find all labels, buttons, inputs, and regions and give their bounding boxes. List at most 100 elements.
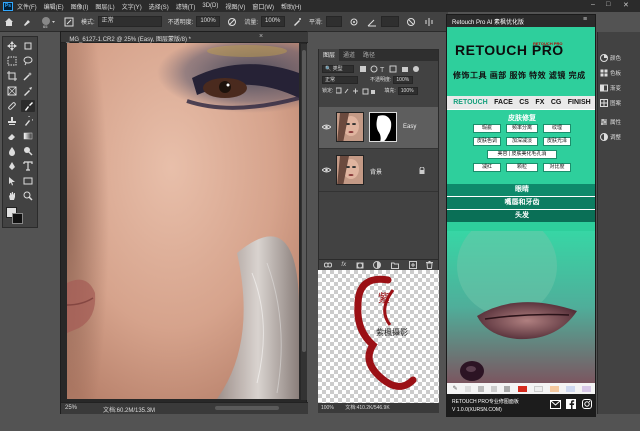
- email-icon[interactable]: [550, 400, 561, 409]
- menu-file[interactable]: 文件(F): [17, 2, 37, 11]
- crop-tool-icon[interactable]: [5, 70, 19, 82]
- path-selection-tool-icon[interactable]: [5, 175, 19, 187]
- swatch-7[interactable]: [566, 385, 576, 392]
- tab-channels[interactable]: 通道: [339, 49, 359, 61]
- layer-name[interactable]: 背景: [370, 167, 382, 176]
- skin-btn-skin-tone[interactable]: 皮肤色调: [473, 137, 501, 146]
- skin-btn-reduce-red[interactable]: 减红: [473, 163, 501, 172]
- dodge-tool-icon[interactable]: [21, 145, 35, 157]
- pressure-size-icon[interactable]: [405, 16, 417, 28]
- rectangle-tool-icon[interactable]: [21, 175, 35, 187]
- healing-brush-tool-icon[interactable]: [5, 100, 19, 112]
- dock-color[interactable]: 颜色: [600, 52, 640, 64]
- menu-3d[interactable]: 3D(D): [202, 3, 218, 9]
- skin-btn-grain[interactable]: 颗粒: [506, 163, 538, 172]
- angle-field[interactable]: [380, 16, 399, 27]
- vertical-scrollbar[interactable]: [301, 44, 307, 400]
- angle-icon[interactable]: [366, 16, 378, 28]
- eyedropper-tool-icon[interactable]: [21, 85, 35, 97]
- group-folder-icon[interactable]: [390, 262, 399, 269]
- pill-fx[interactable]: FX: [535, 99, 544, 106]
- eraser-tool-icon[interactable]: [5, 130, 19, 142]
- dock-gradients[interactable]: 渐变: [600, 82, 640, 94]
- horizontal-scrollbar[interactable]: [211, 405, 301, 411]
- menu-layer[interactable]: 图层(L): [95, 2, 114, 11]
- magic-wand-tool-icon[interactable]: [21, 70, 35, 82]
- swatch-2[interactable]: [478, 385, 484, 392]
- menu-select[interactable]: 选择(S): [149, 2, 169, 11]
- layer-row-background[interactable]: 背景: [319, 150, 438, 192]
- lock-icons[interactable]: [336, 87, 376, 95]
- layer-opacity-field[interactable]: 100%: [393, 75, 414, 84]
- skin-btn-texture[interactable]: 纹理: [543, 124, 571, 133]
- pill-retouch[interactable]: RETOUCH: [453, 99, 487, 106]
- skin-btn-dodge-burn[interactable]: 加深减淡: [506, 137, 538, 146]
- home-icon[interactable]: [3, 16, 15, 28]
- brush-tool-icon[interactable]: [21, 16, 33, 28]
- skin-btn-blemish[interactable]: 瑕疵: [473, 124, 501, 133]
- blend-mode-dropdown[interactable]: 正常: [322, 75, 358, 84]
- pill-cg[interactable]: CG: [551, 99, 562, 106]
- dock-adjustments[interactable]: 调整: [600, 131, 640, 143]
- transparent-canvas[interactable]: 紫 紫楓攝影: [318, 270, 439, 403]
- section-hair[interactable]: 头发: [447, 210, 595, 222]
- move-tool-icon[interactable]: [5, 40, 19, 52]
- tab-layers[interactable]: 图层: [319, 49, 340, 61]
- frame-tool-icon[interactable]: [5, 85, 19, 97]
- gradient-tool-icon[interactable]: [21, 130, 35, 142]
- history-brush-tool-icon[interactable]: [21, 115, 35, 127]
- brush-tool-active-icon[interactable]: [21, 100, 35, 112]
- pill-cs[interactable]: CS: [519, 99, 529, 106]
- adjustment-layer-icon[interactable]: [373, 261, 382, 269]
- swatch-1[interactable]: [464, 385, 471, 392]
- fill-field[interactable]: 100%: [397, 86, 418, 95]
- brush-settings-icon[interactable]: [63, 16, 75, 28]
- swatch-3[interactable]: [491, 385, 498, 392]
- zoom-level[interactable]: 25%: [65, 405, 77, 411]
- section-mouth[interactable]: 嘴唇和牙齿: [447, 197, 595, 209]
- airbrush-icon[interactable]: [291, 16, 303, 28]
- skin-btn-contrast[interactable]: 对比度: [543, 163, 571, 172]
- opacity-field[interactable]: 100%: [196, 16, 221, 27]
- layer-name[interactable]: Easy: [403, 124, 416, 130]
- layer-mask-thumbnail[interactable]: [369, 112, 397, 142]
- menu-help[interactable]: 帮助(H): [281, 2, 301, 11]
- symmetry-icon[interactable]: [423, 16, 435, 28]
- skin-btn-skin-glow[interactable]: 皮肤光泽: [543, 137, 571, 146]
- swatch-5[interactable]: [533, 385, 543, 392]
- menu-edit[interactable]: 编辑(E): [44, 2, 64, 11]
- artboard-tool-icon[interactable]: [21, 40, 35, 52]
- background-color-swatch[interactable]: [12, 213, 23, 224]
- skin-btn-beauty[interactable]: 美容 | 皮肤美化毛孔消: [487, 150, 557, 159]
- tab-paths[interactable]: 路径: [359, 49, 379, 61]
- marquee-tool-icon[interactable]: [5, 55, 19, 67]
- menu-image[interactable]: 图像(I): [71, 2, 89, 11]
- layer-style-fx-icon[interactable]: fx: [341, 262, 346, 268]
- color-swatches[interactable]: [6, 207, 34, 227]
- swatch-8[interactable]: [582, 385, 592, 392]
- pill-face[interactable]: FACE: [494, 99, 513, 106]
- second-zoom-level[interactable]: 100%: [321, 405, 334, 411]
- layer-kind-filter[interactable]: 🔍 类型: [322, 64, 354, 73]
- facebook-icon[interactable]: [566, 399, 576, 409]
- dock-properties[interactable]: 属性: [600, 116, 640, 128]
- brush-preset-picker[interactable]: 65: [39, 16, 57, 28]
- visibility-eye-icon[interactable]: [322, 124, 331, 130]
- pressure-opacity-icon[interactable]: [226, 16, 238, 28]
- flow-field[interactable]: 100%: [261, 16, 286, 27]
- document-canvas[interactable]: [67, 43, 299, 399]
- add-mask-icon[interactable]: [356, 262, 364, 269]
- new-layer-icon[interactable]: [408, 261, 417, 269]
- menu-filter[interactable]: 滤镜(T): [176, 2, 196, 11]
- filter-icons[interactable]: T: [360, 65, 420, 73]
- maximize-icon[interactable]: □: [606, 1, 610, 8]
- zoom-tool-icon[interactable]: [21, 190, 35, 202]
- instagram-icon[interactable]: [582, 399, 592, 409]
- section-eyes[interactable]: 眼睛: [447, 184, 595, 196]
- menu-window[interactable]: 窗口(W): [252, 2, 274, 11]
- smooth-field[interactable]: [325, 16, 342, 27]
- type-tool-icon[interactable]: [21, 160, 35, 172]
- menu-type[interactable]: 文字(Y): [122, 2, 142, 11]
- document-tab[interactable]: _MG_6127-1.CR2 @ 25% (Easy, 图层蒙版/8) * ×: [61, 32, 308, 43]
- retouch-panel-titlebar[interactable]: Retouch Pro AI 素枫优化版 ≡: [447, 15, 595, 27]
